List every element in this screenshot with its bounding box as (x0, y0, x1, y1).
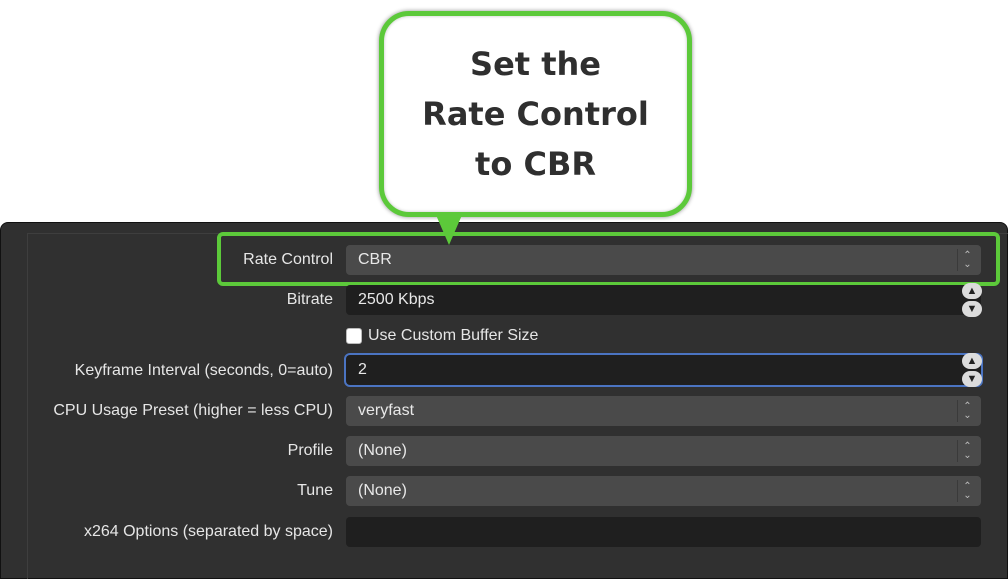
rate-control-label: Rate Control (243, 251, 333, 268)
tune-label: Tune (297, 482, 333, 499)
bitrate-stepper[interactable]: ▲ ▼ (962, 283, 984, 317)
stepper-down-icon[interactable]: ▼ (962, 371, 982, 387)
stepper-up-icon[interactable]: ▲ (962, 353, 982, 369)
profile-value: (None) (358, 442, 407, 459)
tune-select[interactable]: (None) ⌃ ⌄ (346, 476, 981, 506)
custom-buffer-checkbox[interactable] (346, 328, 362, 344)
callout-pointer (436, 215, 462, 245)
keyframe-label: Keyframe Interval (seconds, 0=auto) (74, 362, 333, 379)
x264-options-label: x264 Options (separated by space) (83, 523, 333, 540)
keyframe-spinbox[interactable]: 2 ▲ ▼ (346, 353, 984, 387)
bitrate-label: Bitrate (286, 291, 333, 308)
updown-chevron-icon: ⌃ ⌄ (957, 249, 977, 271)
bitrate-value: 2500 Kbps (358, 291, 435, 308)
rate-control-value: CBR (358, 251, 392, 268)
cpu-preset-value: veryfast (358, 402, 415, 419)
keyframe-stepper[interactable]: ▲ ▼ (962, 353, 984, 387)
cpu-preset-select[interactable]: veryfast ⌃ ⌄ (346, 396, 981, 426)
callout-line-1: Set the (470, 45, 601, 83)
stepper-down-icon[interactable]: ▼ (962, 301, 982, 317)
profile-select[interactable]: (None) ⌃ ⌄ (346, 436, 981, 466)
callout-line-3: to CBR (475, 145, 596, 183)
updown-chevron-icon: ⌃ ⌄ (957, 480, 977, 502)
keyframe-value: 2 (358, 361, 367, 378)
tune-value: (None) (358, 482, 407, 499)
x264-options-input[interactable] (346, 517, 981, 547)
instruction-callout: Set the Rate Control to CBR (379, 11, 692, 217)
callout-text: Set the Rate Control to CBR (422, 39, 649, 189)
bitrate-spinbox[interactable]: 2500 Kbps ▲ ▼ (346, 283, 984, 317)
updown-chevron-icon: ⌃ ⌄ (957, 400, 977, 422)
stepper-up-icon[interactable]: ▲ (962, 283, 982, 299)
rate-control-select[interactable]: CBR ⌃ ⌄ (346, 245, 981, 275)
profile-label: Profile (287, 442, 333, 459)
custom-buffer-row[interactable]: Use Custom Buffer Size (346, 326, 538, 346)
callout-line-2: Rate Control (422, 95, 649, 133)
updown-chevron-icon: ⌃ ⌄ (957, 440, 977, 462)
cpu-preset-label: CPU Usage Preset (higher = less CPU) (53, 402, 333, 419)
custom-buffer-label: Use Custom Buffer Size (368, 327, 539, 344)
